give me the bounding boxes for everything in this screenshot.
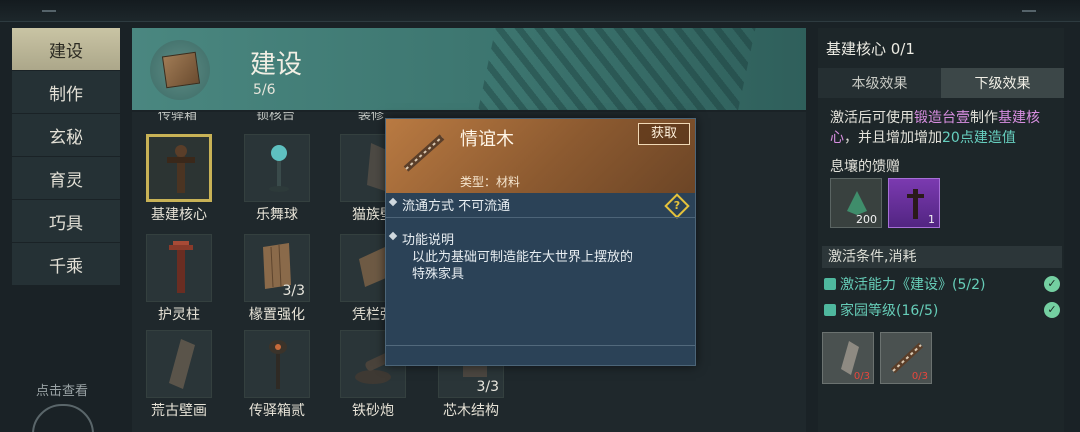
orb-stand-icon <box>269 145 289 192</box>
banner-box-icon <box>150 40 210 100</box>
detail-panel: 基建核心 0/1 本级效果 下级效果 激活后可使用锻造台壹制作基建核心，并且增加… <box>818 28 1064 432</box>
item-label: 传驿箱贰 <box>249 403 305 419</box>
item-slot[interactable] <box>146 330 212 398</box>
banner-progress: 5/6 <box>253 82 276 98</box>
grid-item-relay-box[interactable]: 传驿箱贰 <box>230 308 310 419</box>
item-label: 芯木结构 <box>443 403 499 419</box>
effect-description: 激活后可使用锻造台壹制作基建核心，并且增加增加20点建造值 <box>830 108 1060 148</box>
item-label: 铁砂炮 <box>352 403 394 419</box>
tab-current-level[interactable]: 本级效果 <box>818 68 941 98</box>
sidebar-item-gadgets[interactable]: 巧具 <box>12 200 120 242</box>
condition-row: 激活能力《建设》(5/2) ✓ <box>824 274 1062 296</box>
function-desc-2: 特殊家具 <box>412 267 465 282</box>
pillar-icon <box>169 241 193 293</box>
reward-title: 息壤的馈赠 <box>830 159 900 175</box>
cost-item[interactable]: 0/3 <box>880 332 932 384</box>
tooltip-title: 情谊木 <box>460 129 514 150</box>
grid-item-ancient-mural[interactable]: 荒古壁画 <box>132 308 212 419</box>
reward-item[interactable]: 1 <box>888 178 940 228</box>
tooltip-footer <box>386 345 695 365</box>
reward-count: 1 <box>928 213 935 226</box>
item-quantity: 3/3 <box>282 283 305 299</box>
banner-title: 建设 <box>250 50 303 80</box>
top-chevron-icon <box>42 2 56 12</box>
tooltip-header: 情谊木 获取 类型：材料 <box>386 119 695 193</box>
desc-text: 制作 <box>970 110 998 126</box>
condition-section-title: 激活条件,消耗 <box>822 246 1062 268</box>
sidebar-item-crafting[interactable]: 制作 <box>12 71 120 113</box>
grid-item-dance-ball[interactable]: 乐舞球 <box>230 112 310 223</box>
cost-item[interactable]: 0/3 <box>822 332 874 384</box>
divider <box>386 217 695 218</box>
condition-row: 家园等级(16/5) ✓ <box>824 300 1062 322</box>
totem-icon <box>167 145 195 193</box>
item-tooltip: 情谊木 获取 类型：材料 流通方式 不可流通 ? 功能说明 以此为基础可制造能在… <box>385 118 696 366</box>
bundled-wood-icon <box>890 342 924 374</box>
bundled-wood-icon <box>403 134 445 172</box>
view-hint: 点击查看 <box>36 384 89 399</box>
mural-icon <box>169 339 195 389</box>
item-slot[interactable] <box>244 330 310 398</box>
desc-highlight: 锻造台壹 <box>914 110 970 126</box>
banner-pattern <box>474 28 758 110</box>
item-label: 荒古壁画 <box>151 403 207 419</box>
item-slot[interactable]: 3/3 <box>244 234 310 302</box>
grid-item-guard-pillar[interactable]: 护灵柱 <box>132 212 212 323</box>
sidebar-item-vehicles[interactable]: 千乘 <box>12 243 120 285</box>
circulation-row: 流通方式 不可流通 <box>386 195 695 214</box>
question-glyph: ? <box>673 199 681 212</box>
sidebar-item-construction[interactable]: 建设 <box>12 28 120 70</box>
circulation-text: 流通方式 不可流通 <box>402 199 511 214</box>
desc-text: 激活后可使用 <box>830 110 914 126</box>
item-slot[interactable] <box>244 134 310 202</box>
top-chevron-icon <box>1022 2 1036 12</box>
reward-item[interactable]: 200 <box>830 178 882 228</box>
cost-count: 0/3 <box>853 371 870 382</box>
lamp-post-icon <box>269 340 287 389</box>
tab-next-level[interactable]: 下级效果 <box>941 68 1064 98</box>
item-quantity: 3/3 <box>476 379 499 395</box>
sidebar-item-mystic[interactable]: 玄秘 <box>12 114 120 156</box>
desc-text: ，并且增加增加 <box>844 130 942 146</box>
grid-item-rafter-upgrade[interactable]: 3/3 椽置强化 <box>230 212 310 323</box>
effect-tabs: 本级效果 下级效果 <box>818 68 1064 98</box>
check-icon: ✓ <box>1044 276 1060 292</box>
desc-highlight: 20点建造值 <box>942 130 1016 146</box>
get-button[interactable]: 获取 <box>638 123 690 145</box>
condition-text: 家园等级(16/5) <box>840 303 939 319</box>
item-slot[interactable] <box>146 134 212 202</box>
grid-item-core[interactable]: 基建核心 <box>132 112 212 223</box>
totem-icon <box>907 189 924 219</box>
sidebar-item-nurture[interactable]: 育灵 <box>12 157 120 199</box>
item-slot[interactable] <box>146 234 212 302</box>
reward-count: 200 <box>856 213 877 226</box>
cost-count: 0/3 <box>911 371 928 382</box>
panel-title: 基建核心 0/1 <box>826 40 915 58</box>
ability-icon <box>824 278 836 290</box>
item-type: 类型：材料 <box>460 175 521 189</box>
bullet-icon <box>388 231 398 241</box>
category-sidebar: 建设 制作 玄秘 育灵 巧具 千乘 <box>12 28 120 286</box>
category-banner: 建设 5/6 <box>132 28 806 110</box>
top-bar <box>0 0 1080 22</box>
check-icon: ✓ <box>1044 302 1060 318</box>
condition-text: 激活能力《建设》(5/2) <box>840 277 986 293</box>
bullet-icon <box>388 197 398 207</box>
home-icon <box>824 304 836 316</box>
emblem-button[interactable] <box>32 404 94 432</box>
